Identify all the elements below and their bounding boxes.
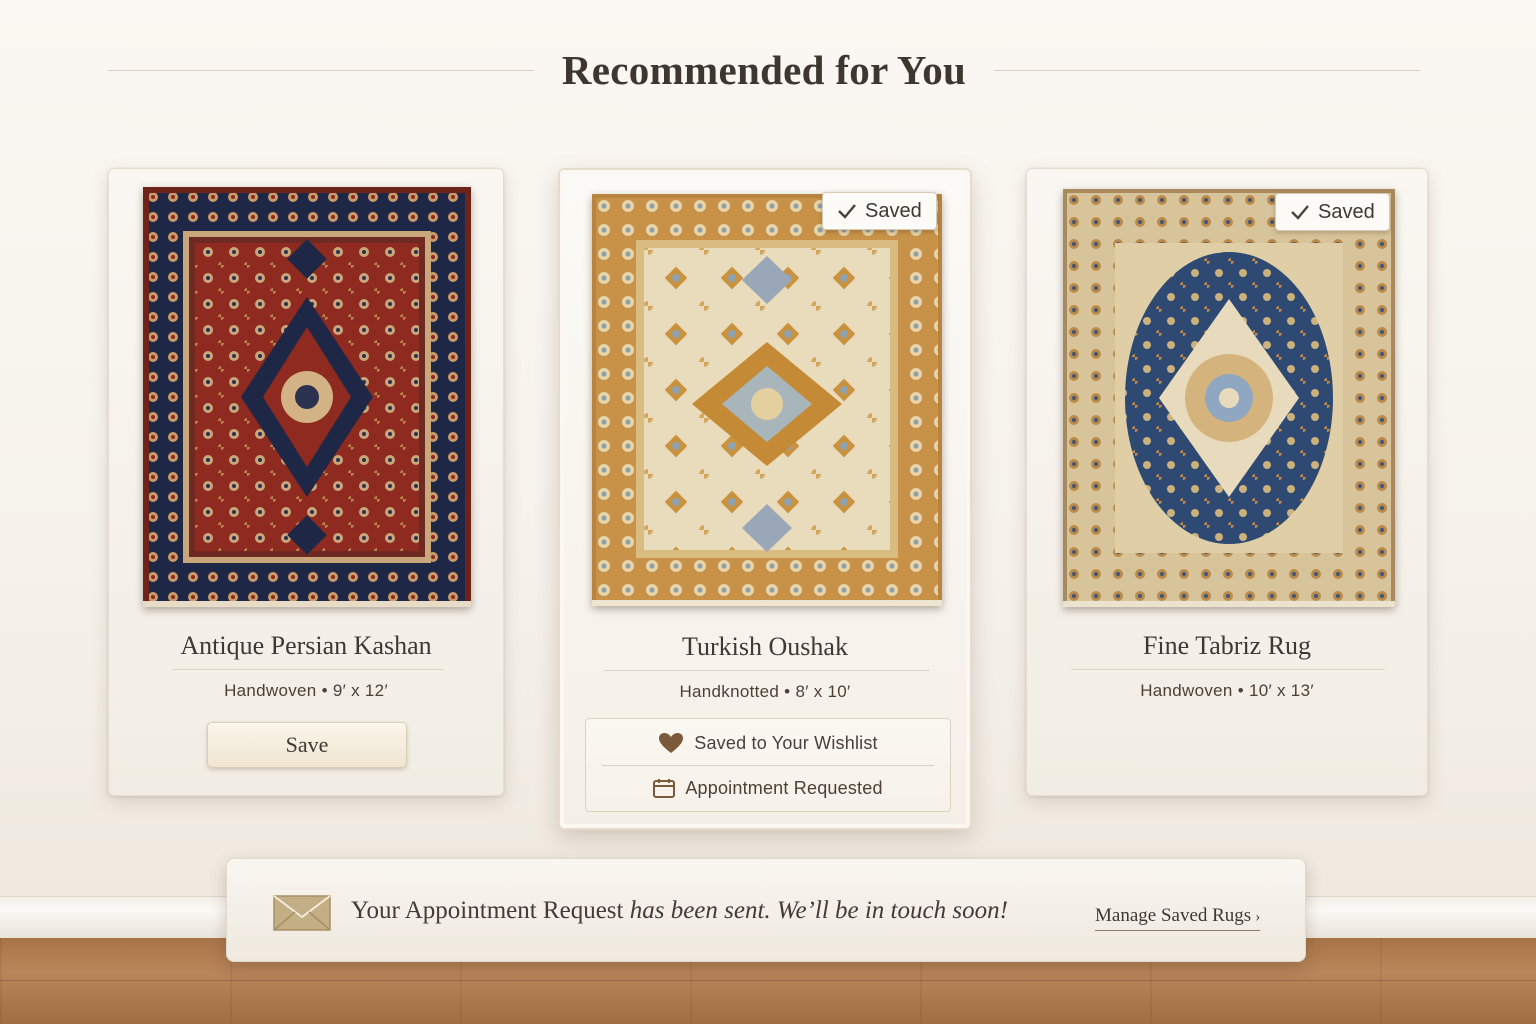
notification-lead: Your Appointment Request [351,897,624,924]
calendar-icon [653,779,676,798]
checkmark-icon [838,204,856,219]
section-header: Recommended for You [108,38,1420,102]
chevron-right-icon: › [1255,909,1261,925]
rug-meta: Handknotted • 8′ x 10′ [679,682,851,701]
appointment-notification: Your Appointment Request has been sent. … [226,858,1306,962]
rug-status-panel: Saved to Your Wishlist Appointment Reque… [585,718,951,812]
appointment-status-label: Appointment Requested [685,777,883,798]
manage-saved-rugs-link[interactable]: Manage Saved Rugs › [1095,905,1261,931]
rug-image-kashan[interactable] [143,187,471,607]
envelope-icon [273,895,331,931]
save-button[interactable]: Save [207,722,407,768]
wishlist-status-label: Saved to Your Wishlist [694,732,878,753]
notification-message: Your Appointment Request has been sent. … [351,897,1008,925]
saved-badge[interactable]: Saved [822,192,937,230]
rug-card-oushak[interactable]: Saved Turkish Oushak Handknotted • 8′ x … [558,168,972,830]
wishlist-status[interactable]: Saved to Your Wishlist [586,721,950,765]
header-rule-right [994,69,1420,71]
saved-badge-label: Saved [1318,200,1375,223]
title-divider [604,670,930,671]
saved-badge-label: Saved [865,199,922,222]
heart-icon [659,733,684,753]
title-divider [1071,669,1385,670]
red-navy-medallion-rug-image [143,187,471,607]
page-title: Recommended for You [561,47,967,93]
rug-title[interactable]: Antique Persian Kashan [109,631,503,661]
checkmark-icon [1291,205,1309,220]
rug-title[interactable]: Fine Tabriz Rug [1027,631,1427,661]
rug-meta: Handwoven • 9′ x 12′ [224,681,388,700]
manage-link-label: Manage Saved Rugs [1095,905,1252,926]
rug-card-tabriz[interactable]: Saved Fine Tabriz Rug Handwoven • 10′ x … [1026,168,1428,796]
title-divider [173,669,443,670]
header-rule-left [108,69,534,71]
saved-badge[interactable]: Saved [1275,193,1390,231]
rug-meta: Handwoven • 10′ x 13′ [1140,681,1314,700]
floor-seam [0,980,1536,981]
rug-title[interactable]: Turkish Oushak [560,632,970,662]
rug-image-oushak[interactable] [592,194,942,606]
ivory-gold-oushak-rug-image [592,194,942,606]
rug-card-kashan[interactable]: Antique Persian Kashan Handwoven • 9′ x … [108,168,504,796]
notification-rest: has been sent. We’ll be in touch soon! [629,897,1008,924]
appointment-status[interactable]: Appointment Requested [586,766,950,810]
rug-image-tabriz[interactable] [1063,189,1395,607]
navy-ivory-tabriz-rug-image [1063,189,1395,607]
